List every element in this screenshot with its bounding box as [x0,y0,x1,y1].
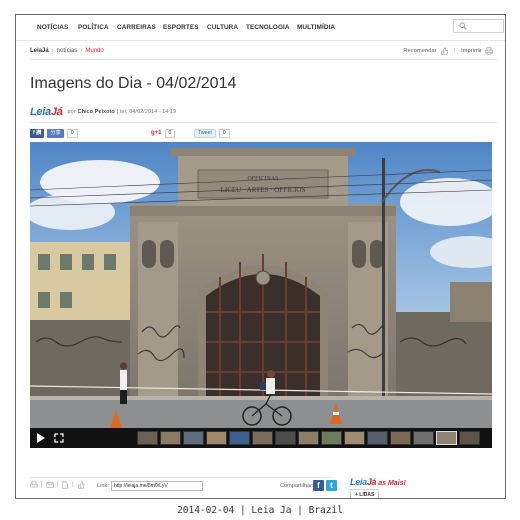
actions-divider: | [41,482,43,488]
facebook-like-button[interactable]: f 讚 [30,128,45,138]
gplus-share-group: g+1 0 [151,128,176,138]
gallery-thumbnail[interactable] [459,431,480,445]
gallery-thumbnail[interactable] [367,431,388,445]
gallery-thumbnail[interactable] [321,431,342,445]
share-label: Compartilhar: [280,483,314,489]
byline: LeiaJá por Chico Peixoto | ter, 04/02/20… [30,105,176,119]
gallery-thumbnail[interactable] [390,431,411,445]
divider [30,477,332,478]
nav-item-esportes[interactable]: ESPORTES [163,24,199,31]
nav-item-cultura[interactable]: CULTURA [207,24,238,31]
gallery-thumbnail[interactable] [206,431,227,445]
nav-item-multimidia[interactable]: MULTIMÍDIA [297,24,335,31]
print-link[interactable]: Imprimir [461,48,482,54]
facebook-count: 0 [66,128,78,138]
article-actions: | | | [30,481,85,489]
page-title: Imagens do Dia - 04/02/2014 [30,75,237,92]
author-name[interactable]: Chico Peixoto [78,109,115,115]
thumbnail-strip [30,428,492,448]
facebook-share-button[interactable]: 分享 [47,128,64,138]
search-icon[interactable] [459,22,467,30]
leiaja-logo[interactable]: LeiaJá [350,477,377,487]
search-box[interactable] [453,19,504,38]
gplus-button[interactable]: g+1 [151,130,162,136]
divider [30,59,497,60]
tools-divider: | [453,48,456,54]
breadcrumb-home[interactable]: LeiaJá [30,48,49,54]
document-icon[interactable] [61,481,69,489]
article-tools: Recomendar | Imprimir [403,47,493,55]
gallery-thumbnail[interactable] [252,431,273,445]
gallery-thumbnail[interactable] [160,431,181,445]
gallery-thumbnail[interactable] [183,431,204,445]
nav-item-carreiras[interactable]: CARREIRAS [117,24,156,31]
tweet-count: 0 [218,128,230,138]
breadcrumb-mundo[interactable]: Mundo [85,48,103,54]
most-read-header: LeiaJá as Mais! [350,472,406,490]
photo-gallery-player[interactable]: OFFICINAS LICEU · ARTES · OFFICIOS [30,142,492,448]
breadcrumb: LeiaJá › notícias › Mundo [30,48,104,54]
play-icon[interactable] [36,433,45,443]
actions-divider: | [72,482,74,488]
sign-line-1: OFFICINAS [247,176,278,182]
gallery-thumbnail[interactable] [344,431,365,445]
gallery-thumbnail[interactable] [298,431,319,445]
top-navigation: NOTÍCIAS POLÍTICA CARREIRAS ESPORTES CUL… [16,15,505,41]
leiaja-logo[interactable]: LeiaJá [30,106,63,118]
twitter-icon[interactable]: t [326,480,337,491]
search-input[interactable] [470,26,504,38]
thumbs-up-icon[interactable] [77,481,85,489]
tweet-share-group: Tweet 0 [194,128,230,138]
fullscreen-icon[interactable] [54,433,64,443]
short-link-field[interactable] [111,481,203,491]
logo-text-leia: Leia [350,477,367,487]
facebook-icon[interactable]: f [313,480,324,491]
logo-text-leia: Leia [30,106,51,118]
gallery-thumbnail-active[interactable] [436,431,457,445]
byline-prefix: por [67,109,76,115]
link-label: Link: [97,483,109,489]
email-icon[interactable] [46,481,54,489]
gallery-photo[interactable]: OFFICINAS LICEU · ARTES · OFFICIOS [30,142,492,428]
logo-text-ja: Já [50,106,63,118]
nav-item-politica[interactable]: POLÍTICA [78,24,109,31]
image-caption: 2014-02-04 | Leia Ja | Brazil [177,505,343,516]
breadcrumb-separator: › [80,48,83,54]
gallery-thumbnail[interactable] [413,431,434,445]
divider [30,122,497,123]
breadcrumb-separator: › [51,48,54,54]
recommend-link[interactable]: Recomendar [403,48,436,54]
gallery-thumbnail[interactable] [137,431,158,445]
print-icon[interactable] [30,481,38,489]
nav-item-tecnologia[interactable]: TECNOLOGIA [246,24,290,31]
logo-text-ja: Já [366,477,377,487]
gallery-thumbnail[interactable] [275,431,296,445]
nav-item-noticias[interactable]: NOTÍCIAS [37,24,68,31]
print-icon[interactable] [485,47,493,55]
actions-divider: | [56,482,59,488]
tweet-button[interactable]: Tweet [194,128,216,138]
as-mais-label: as Mais! [378,480,406,487]
gallery-thumbnail[interactable] [229,431,250,445]
breadcrumb-noticias[interactable]: notícias [57,48,78,54]
publish-date: | ter, 04/02/2014 - 14:19 [116,109,177,115]
gplus-count: 0 [164,128,176,138]
facebook-share-group: f 讚 分享 0 [30,128,78,138]
browser-page: NOTÍCIAS POLÍTICA CARREIRAS ESPORTES CUL… [15,14,506,499]
thumbs-up-icon[interactable] [440,47,448,55]
tab-mais-lidas[interactable]: + LIDAS [350,489,380,498]
